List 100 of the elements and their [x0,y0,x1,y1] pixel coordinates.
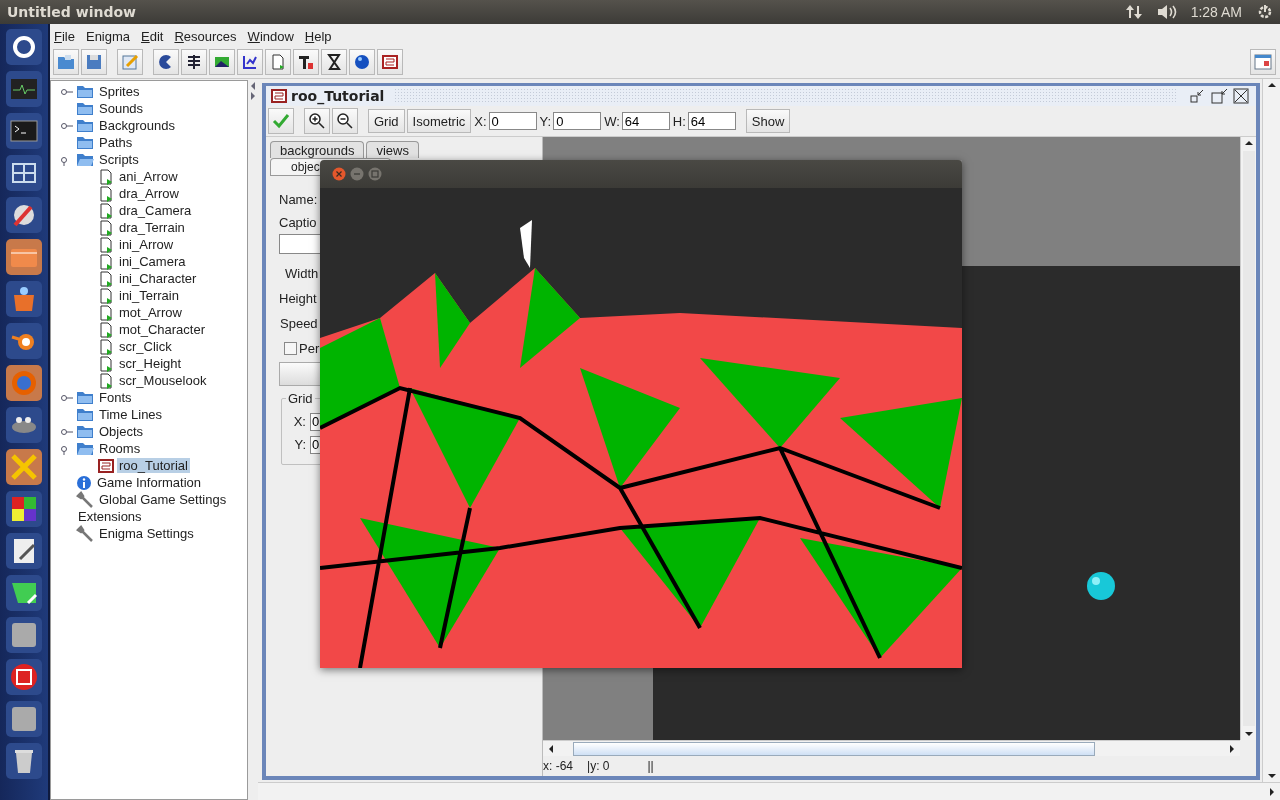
horizontal-scrollbar[interactable] [543,740,1240,756]
menu-item[interactable]: File [54,28,75,44]
tree-item[interactable]: Fonts [97,390,134,405]
vertical-scrollbar[interactable] [1240,137,1256,740]
tree-item[interactable]: ani_Arrow [117,169,180,184]
tree-item[interactable]: mot_Arrow [117,305,184,320]
trash-icon[interactable] [6,743,42,779]
tree-item[interactable]: Sounds [97,101,146,116]
restore-icon[interactable] [1210,88,1228,104]
network-icon[interactable] [1124,4,1143,20]
input-field[interactable]: 0 [488,112,537,130]
minimize-icon[interactable] [1188,88,1206,104]
creature-icon[interactable] [6,407,42,443]
tree-item[interactable]: ini_Terrain [117,288,181,303]
mnemonic-underline: H [304,28,315,44]
toolbar-button[interactable] [153,49,179,75]
colored-squares-icon[interactable] [6,491,42,527]
scroll-thumb[interactable] [573,741,1095,756]
tree-item[interactable]: Extensions [76,509,144,524]
toolbar-button[interactable] [293,49,319,75]
folder-icon[interactable] [6,239,42,275]
blank-tile-icon[interactable] [6,701,42,737]
zoom-out-button[interactable] [332,108,358,134]
tree-item[interactable]: scr_Height [117,356,184,371]
script-page-icon [98,185,114,202]
tree-item[interactable]: Game Information [95,475,204,490]
toolbar-button[interactable] [209,49,235,75]
tree-item[interactable]: ini_Arrow [117,237,176,252]
notepad-icon[interactable] [6,533,42,569]
tree-item[interactable]: roo_Tutorial [117,458,190,473]
show-button[interactable]: Show [745,109,791,133]
tree-item[interactable]: Backgrounds [97,118,177,133]
close-icon[interactable] [1232,88,1250,104]
tree-item[interactable]: Enigma Settings [97,526,196,541]
group-title: Grid [286,391,315,406]
frame-title: roo_Tutorial [291,88,385,104]
tree-item[interactable]: dra_Arrow [117,186,181,201]
maze-icon [271,89,287,103]
horizontal-scrollbar[interactable] [258,782,1280,800]
checkbox[interactable] [284,341,297,355]
tree-item[interactable]: Sprites [97,84,142,99]
toolbar-button[interactable] [237,49,263,75]
scroll-thumb[interactable] [1242,151,1255,726]
clock-text[interactable]: 1:28 AM [1190,4,1242,20]
cube-icon[interactable] [6,659,42,695]
tree-item[interactable]: scr_Mouselook [117,373,209,388]
tree-item[interactable]: ini_Camera [117,254,188,269]
save-icon [85,53,103,71]
tree-item[interactable]: scr_Click [117,339,174,354]
tree-item[interactable]: dra_Camera [117,203,194,218]
checkbox-label: Per [299,340,320,356]
tree-item[interactable]: Rooms [97,441,143,456]
field-label: Speed [280,315,318,333]
speaker-icon[interactable] [1156,4,1177,20]
blank-tile-icon[interactable] [6,617,42,653]
toggle-button[interactable]: Grid [368,109,405,133]
apply-button[interactable] [268,108,294,134]
zoom-out-icon [336,112,354,130]
tree-item[interactable]: Time Lines [97,407,165,422]
menu-item[interactable]: Window [247,28,294,44]
tree-item[interactable]: Paths [97,135,135,150]
tab[interactable]: backgrounds [270,141,365,158]
toolbar-button[interactable] [321,49,347,75]
script-page-icon [98,321,114,338]
mnemonic-underline: F [54,28,62,44]
menu-item[interactable]: Enigma [85,28,131,44]
sphere-instance[interactable] [1086,571,1116,601]
toolbar-button[interactable] [377,49,403,75]
input-field[interactable]: 64 [687,112,736,130]
leaf-tile-icon[interactable] [6,575,42,611]
splitter-arrows-icon[interactable] [249,81,257,101]
shopping-bag-icon[interactable] [6,281,42,317]
input-field[interactable]: 64 [621,112,670,130]
tree-item[interactable]: mot_Character [117,322,207,337]
pulse-monitor-icon[interactable] [6,71,42,107]
hourglass-icon [325,53,343,71]
gear-icon[interactable] [1256,3,1274,21]
ring-icon[interactable] [6,323,42,359]
tree-item[interactable]: Global Game Settings [97,492,229,507]
circle-logo-icon[interactable] [6,29,42,65]
tree-item[interactable]: Objects [97,424,146,439]
window-grid-icon[interactable] [6,155,42,191]
toggle-button[interactable]: Isometric [406,109,472,133]
menu-item[interactable]: Edit [141,28,164,44]
folder-icon [76,84,94,99]
cross-icon[interactable] [6,449,42,485]
field-label: Y: [293,437,306,452]
tree-item[interactable]: ini_Character [117,271,199,286]
tree-item[interactable]: Scripts [97,152,141,167]
maze-icon [381,53,399,71]
zoom-in-button[interactable] [304,108,330,134]
menu-item[interactable]: Help [304,28,332,44]
toolbar-button[interactable] [349,49,375,75]
tree-item[interactable]: dra_Terrain [117,220,187,235]
input-field[interactable]: 0 [553,112,602,130]
toolbar-button[interactable] [181,49,207,75]
vertical-scrollbar[interactable] [1262,79,1280,782]
terminal-icon[interactable] [6,113,42,149]
menu-item[interactable]: Resources [174,28,237,44]
tab[interactable]: views [366,141,419,158]
